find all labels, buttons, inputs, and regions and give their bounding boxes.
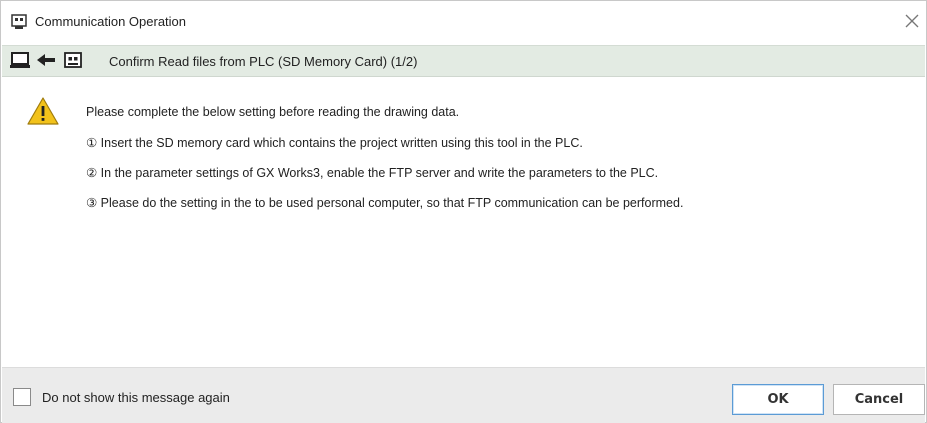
close-icon	[904, 13, 920, 34]
plc-icon	[64, 52, 82, 68]
message-line-step-3: ③ Please do the setting in the to be use…	[86, 196, 684, 210]
message-line-intro: Please complete the below setting before…	[86, 105, 460, 119]
message-area: Please complete the below setting before…	[1, 77, 926, 367]
ok-button[interactable]: OK	[732, 384, 824, 415]
cancel-button[interactable]: Cancel	[833, 384, 925, 415]
operation-title: Confirm Read files from PLC (SD Memory C…	[109, 54, 418, 69]
dialog-footer: Do not show this message again OK Cancel	[2, 367, 925, 423]
message-line-step-1: ① Insert the SD memory card which contai…	[86, 136, 583, 150]
close-button[interactable]	[898, 9, 926, 37]
communication-operation-dialog: Communication Operation Confirm Read fil…	[0, 0, 927, 423]
do-not-show-label[interactable]: Do not show this message again	[42, 390, 230, 405]
message-line-step-2: ② In the parameter settings of GX Works3…	[86, 166, 659, 180]
transfer-direction	[10, 52, 102, 70]
warning-icon	[27, 97, 59, 125]
operation-header: Confirm Read files from PLC (SD Memory C…	[2, 45, 925, 77]
do-not-show-checkbox[interactable]	[13, 388, 31, 406]
title-bar: Communication Operation	[1, 1, 926, 44]
arrow-left-icon	[37, 54, 55, 66]
window-title: Communication Operation	[35, 14, 187, 29]
plc-icon	[11, 14, 27, 30]
computer-icon	[10, 52, 30, 68]
